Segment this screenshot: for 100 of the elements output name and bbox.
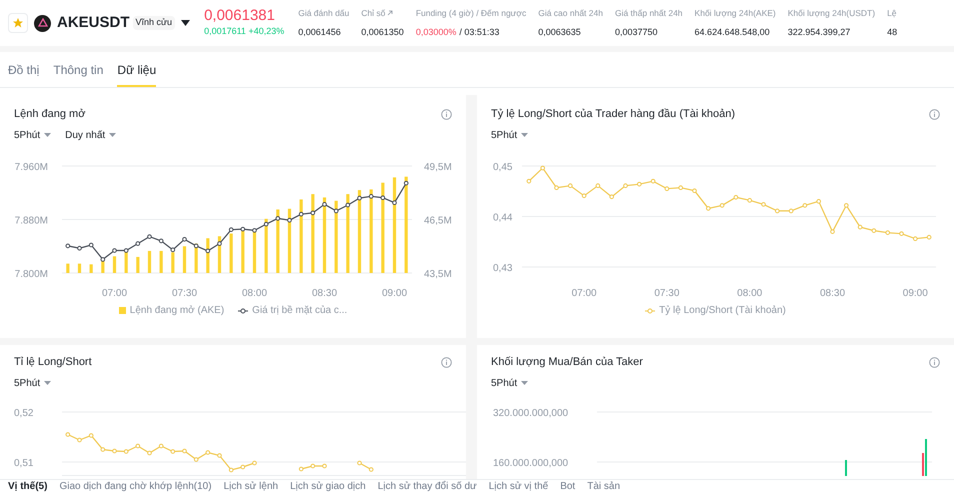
data-point: [112, 448, 117, 454]
tab[interactable]: Lịch sử thay đổi số dư: [378, 480, 477, 492]
data-point: [170, 449, 176, 454]
tab[interactable]: Lịch sử vị thế: [488, 480, 548, 492]
axis-label: 07:30: [172, 288, 198, 299]
data-point: [170, 248, 176, 252]
legend-line-icon: [238, 308, 248, 314]
data-point: [112, 248, 117, 253]
data-point: [747, 198, 752, 203]
bar: [124, 250, 128, 273]
stat-value: 0,0037750: [614, 26, 658, 39]
axis-label: 7.960M: [14, 162, 48, 173]
tab[interactable]: Giao dịch đang chờ khớp lệnh(10): [59, 480, 212, 492]
stat-label: Funding (4 giờ) / Đếm ngược: [416, 6, 526, 20]
price-change: 0,0017611 +40,23%: [204, 25, 284, 38]
data-point: [217, 453, 222, 458]
stat-label: Lệ: [887, 6, 897, 20]
axis-label: 160.000.000,000: [493, 458, 568, 469]
tab[interactable]: Lịch sử giao dịch: [290, 480, 366, 492]
interval-dropdown[interactable]: 5Phút: [14, 128, 52, 142]
data-point: [77, 438, 82, 442]
tab[interactable]: Tài sản: [587, 480, 620, 492]
data-point: [802, 203, 808, 208]
data-point: [206, 450, 210, 455]
data-point: [404, 180, 408, 186]
data-point: [264, 222, 268, 226]
tab[interactable]: Đồ thị: [8, 61, 40, 87]
axis-label: 08:00: [242, 288, 268, 299]
interval-dropdown[interactable]: 5Phút: [491, 376, 528, 390]
bar: [136, 256, 140, 273]
stat-value: / 03:51:33: [459, 26, 500, 39]
bar: [171, 252, 174, 273]
data-point: [761, 202, 766, 207]
data-point: [310, 464, 316, 468]
tab[interactable]: Thông tin: [53, 61, 104, 87]
panel-title: Tỉ lệ Long/Short: [14, 355, 92, 369]
data-point: [252, 228, 257, 233]
info-icon[interactable]: [441, 108, 452, 120]
tab[interactable]: Lịch sử lệnh: [224, 480, 278, 492]
data-point: [182, 237, 187, 242]
caret-icon[interactable]: [181, 20, 190, 26]
data-point: [858, 224, 862, 230]
stat-value: 0,0061456: [298, 26, 341, 39]
bar: [148, 250, 152, 273]
data-point: [194, 244, 198, 248]
data-point: [158, 238, 164, 244]
data-point: [276, 216, 280, 221]
legend-label: Tỷ lệ Long/Short (Tài khoản): [659, 304, 786, 318]
stat-label: Khối lượng 24h(AKE): [694, 6, 776, 20]
caret-icon: [521, 381, 528, 385]
data-point: [310, 210, 316, 216]
info-icon[interactable]: [441, 356, 452, 368]
data-point: [788, 208, 794, 214]
data-point: [357, 196, 362, 200]
contract-type-badge: Vĩnh cửu: [132, 16, 176, 30]
data-point: [217, 241, 222, 246]
tab[interactable]: Bot: [560, 480, 576, 492]
panel-title: Khối lượng Mua/Bán của Taker: [491, 355, 643, 369]
favorite-button[interactable]: [8, 13, 28, 33]
data-point: [582, 194, 586, 198]
bar: [66, 264, 70, 273]
stat-label: Giá cao nhất 24h: [538, 6, 603, 20]
axis-label: 320.000.000,000: [493, 408, 568, 419]
data-point: [228, 468, 234, 472]
last-price: 0,0061381: [204, 7, 276, 26]
stat-label: Khối lượng 24h(USDT): [788, 6, 876, 20]
symbol-name: AKEUSDT: [57, 12, 130, 33]
data-point: [357, 460, 362, 466]
data-point: [88, 242, 94, 248]
tab[interactable]: Dữ liệu: [117, 61, 156, 87]
data-point: [692, 188, 697, 194]
data-point: [298, 212, 304, 216]
caret-icon: [109, 133, 116, 137]
data-point: [650, 178, 656, 184]
data-point: [885, 230, 890, 235]
stat-value: 322.954.399,27: [788, 26, 850, 39]
interval-dropdown[interactable]: 5Phút: [14, 376, 52, 390]
axis-label: 0,51: [14, 458, 34, 469]
info-icon[interactable]: [929, 356, 940, 368]
bar: [206, 238, 210, 273]
interval-dropdown[interactable]: Duy nhất: [65, 128, 116, 142]
axis-label: 08:30: [312, 288, 338, 299]
data-point: [734, 195, 738, 200]
data-point: [678, 185, 683, 190]
axis-label: 08:00: [737, 288, 762, 299]
interval-dropdown[interactable]: 5Phút: [491, 128, 528, 142]
data-point: [872, 228, 876, 233]
data-point: [66, 432, 70, 437]
tab[interactable]: Vị thế(5): [8, 480, 48, 492]
axis-label: 46,5M: [424, 216, 452, 226]
data-point: [816, 199, 821, 204]
data-point: [77, 246, 82, 250]
bar: [160, 250, 163, 273]
stat-value: 48: [887, 26, 898, 39]
coin-logo-icon: [34, 14, 51, 32]
info-icon[interactable]: [929, 108, 940, 120]
data-point: [206, 248, 210, 254]
arrow-icon[interactable]: [387, 10, 394, 16]
data-point: [596, 183, 600, 188]
funding-rate: 0,03000%: [416, 26, 456, 39]
